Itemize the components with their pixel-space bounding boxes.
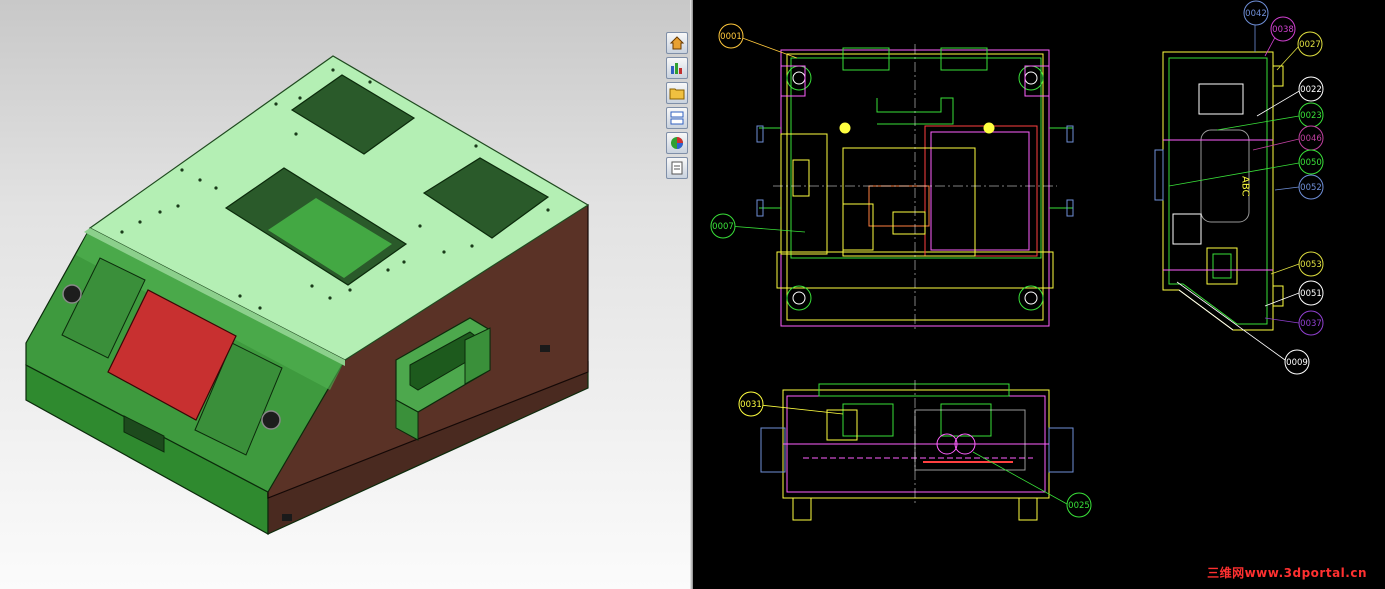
front-view [760,380,1074,521]
right-connector [261,410,281,430]
svg-text:0046: 0046 [1300,134,1322,144]
svg-text:0009: 0009 [1286,358,1308,368]
home-icon [669,36,685,50]
leader-lines [728,14,1302,505]
appearances-icon [671,137,683,149]
folder-icon [669,88,685,100]
view-palette-icon [670,111,684,125]
balloon-0042[interactable]: 0042 [1243,0,1269,26]
view-palette-button[interactable] [666,107,688,129]
balloon-0027[interactable]: 0027 [1297,31,1323,57]
custom-properties-button[interactable] [666,157,688,179]
home-button[interactable] [666,32,688,54]
appearances-button[interactable] [666,132,688,154]
balloon-0031[interactable]: 0031 [738,391,764,417]
balloon-0038[interactable]: 0038 [1270,16,1296,42]
balloon-0052[interactable]: 0052 [1298,174,1324,200]
design-library-icon [671,63,682,74]
custom-properties-icon [671,161,683,175]
3d-enclosure-model [25,55,590,536]
svg-text:ABC: ABC [1240,176,1251,197]
balloon-0046[interactable]: 0046 [1298,125,1324,151]
svg-text:0042: 0042 [1245,9,1267,19]
balloon-0053[interactable]: 0053 [1298,251,1324,277]
3d-model-viewport[interactable] [0,0,690,589]
svg-text:0001: 0001 [720,32,742,42]
svg-text:0007: 0007 [712,222,734,232]
design-library-button[interactable] [666,57,688,79]
svg-text:0038: 0038 [1272,25,1294,35]
balloon-0022[interactable]: 0022 [1298,76,1324,102]
svg-text:0022: 0022 [1300,85,1322,95]
svg-text:0031: 0031 [740,400,762,410]
side-view: ABC [1154,51,1284,331]
svg-text:0052: 0052 [1300,183,1322,193]
svg-text:0050: 0050 [1300,158,1322,168]
balloon-0007[interactable]: 0007 [710,213,736,239]
left-connector [62,284,82,304]
watermark: 三维网www.3dportal.cn [1207,566,1367,580]
svg-text:0051: 0051 [1300,289,1322,299]
task-pane-toolbar [665,32,689,180]
svg-text:0023: 0023 [1300,111,1322,121]
balloon-0009[interactable]: 0009 [1284,349,1310,375]
file-explorer-button[interactable] [666,82,688,104]
svg-text:0053: 0053 [1300,260,1322,270]
balloon-0037[interactable]: 0037 [1298,310,1324,336]
assembly-drawing: ABC 0001 0007 0031 0025 0042 0038 0027 0… [710,0,1324,521]
svg-text:0037: 0037 [1300,319,1322,329]
top-view [756,44,1074,330]
svg-text:0027: 0027 [1299,40,1321,50]
foot [540,345,550,352]
balloon-0025[interactable]: 0025 [1066,492,1092,518]
cad-drawing-view[interactable]: ABC 0001 0007 0031 0025 0042 0038 0027 0… [693,0,1385,589]
balloon-0001[interactable]: 0001 [718,23,744,49]
svg-text:0025: 0025 [1068,501,1090,511]
balloon-0023[interactable]: 0023 [1298,102,1324,128]
foot [282,514,292,521]
balloon-0050[interactable]: 0050 [1298,149,1324,175]
balloon-0051[interactable]: 0051 [1298,280,1324,306]
